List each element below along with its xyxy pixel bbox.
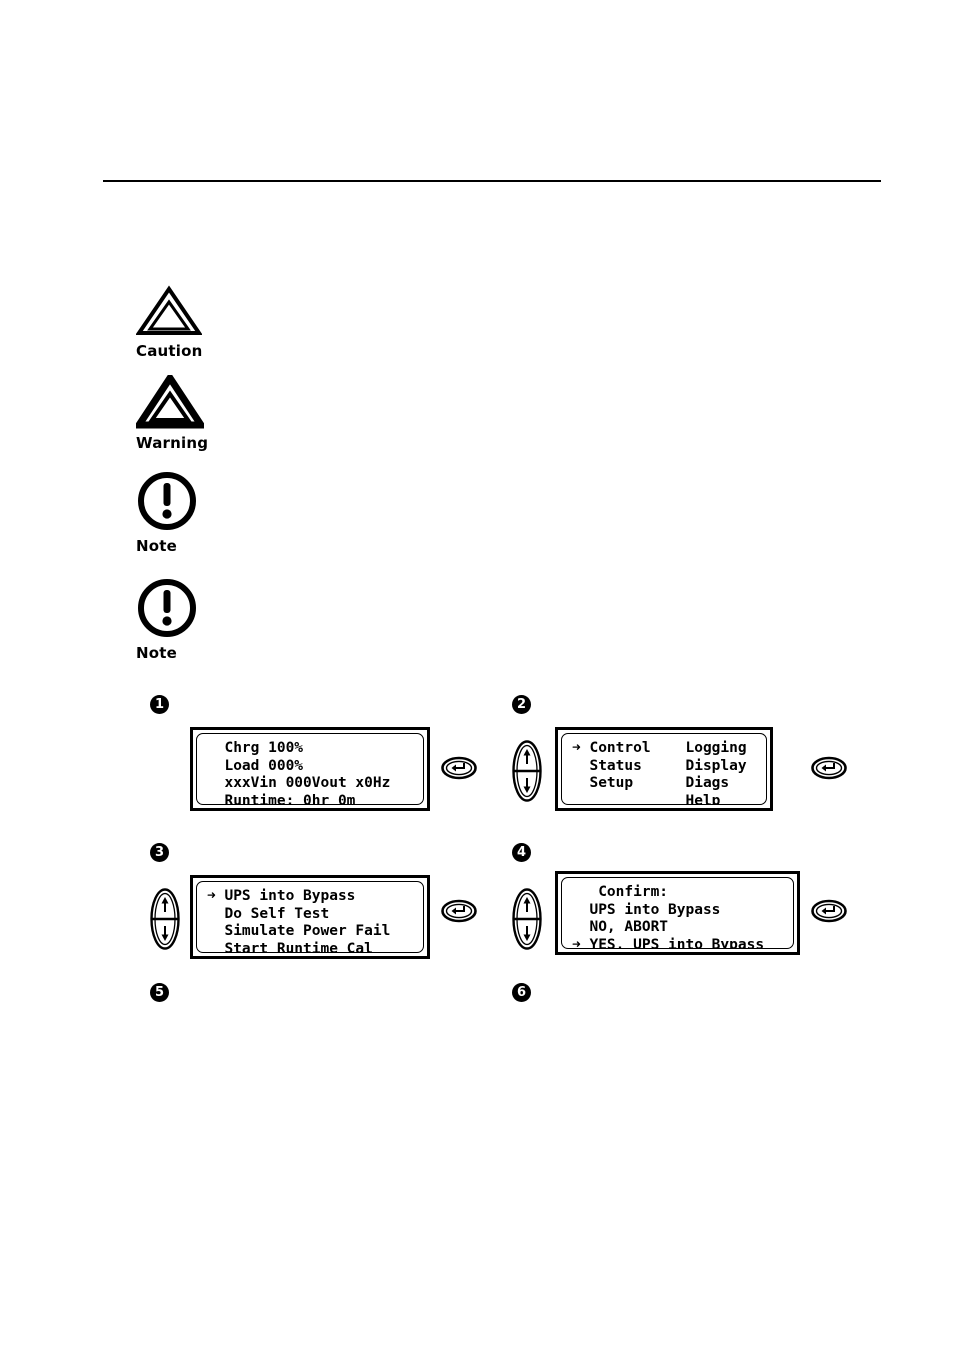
lcd-panel-control-menu: ➜ UPS into Bypass Do Self Test Simulate …	[190, 875, 430, 959]
lcd-line: ➜ UPS into Bypass	[207, 888, 356, 904]
enter-key-button[interactable]	[440, 755, 478, 781]
lcd-panel-status: Chrg 100% Load 000% xxxVin 000Vout x0Hz …	[190, 727, 430, 811]
step-1-badge: 1	[150, 695, 169, 714]
note-exclamation-circle-icon	[136, 577, 256, 644]
step-5-badge: 5	[150, 983, 169, 1002]
step-2-badge: 2	[512, 695, 531, 714]
up-down-arrows-icon	[512, 888, 542, 950]
lcd-line: Help	[572, 792, 721, 805]
lcd-line: Runtime: 0hr 0m	[207, 792, 356, 805]
notice-caution-label: Caution	[136, 342, 203, 360]
lcd-line: Do Self Test	[207, 905, 330, 922]
up-down-arrows-icon	[512, 740, 542, 802]
lcd-line: Chrg 100%	[207, 740, 304, 756]
step-6-badge: 6	[512, 983, 531, 1002]
enter-key-button[interactable]	[440, 898, 478, 924]
lcd-line: Confirm:	[572, 884, 669, 900]
step-4-badge: 4	[512, 843, 531, 862]
notice-warning: Warning	[132, 371, 256, 452]
lcd-line: Simulate Power Fail	[207, 923, 391, 939]
notice-warning-label: Warning	[136, 434, 209, 452]
lcd-line: Status Display	[572, 757, 747, 774]
notice-caution: Caution	[135, 285, 256, 360]
enter-return-icon	[821, 763, 835, 772]
enter-return-icon	[451, 763, 465, 772]
lcd-screen: Chrg 100% Load 000% xxxVin 000Vout x0Hz …	[196, 733, 424, 805]
notice-note-first: Note	[136, 470, 256, 554]
lcd-line: Start Runtime Cal	[207, 940, 373, 953]
lcd-screen: ➜ Control Logging Status Display Setup D…	[561, 733, 767, 805]
notice-note-second-label: Note	[136, 644, 178, 662]
notice-note-second: Note	[136, 577, 256, 661]
enter-key-button[interactable]	[810, 898, 848, 924]
lcd-line: ➜ YES, UPS into Bypass	[572, 936, 765, 949]
up-down-key-button[interactable]	[150, 888, 180, 950]
note-exclamation-circle-icon	[136, 470, 256, 537]
notice-note-first-label: Note	[136, 537, 178, 555]
lcd-line: ➜ Control Logging	[572, 740, 747, 756]
lcd-line: NO, ABORT	[572, 919, 669, 935]
up-down-key-button[interactable]	[512, 888, 542, 950]
lcd-screen: Confirm: UPS into Bypass NO, ABORT ➜ YES…	[561, 877, 794, 949]
lcd-screen: ➜ UPS into Bypass Do Self Test Simulate …	[196, 881, 424, 953]
warning-triangle-icon	[132, 371, 256, 434]
lcd-line: xxxVin 000Vout x0Hz	[207, 775, 391, 791]
lcd-line: Setup Diags	[572, 775, 730, 791]
lcd-panel-main-menu: ➜ Control Logging Status Display Setup D…	[555, 727, 773, 811]
enter-return-icon	[821, 906, 835, 915]
lcd-line: Load 000%	[207, 757, 304, 774]
header-divider-rule	[103, 180, 881, 182]
step-3-badge: 3	[150, 843, 169, 862]
caution-triangle-icon	[135, 285, 256, 342]
enter-return-icon	[451, 906, 465, 915]
up-down-key-button[interactable]	[512, 740, 542, 802]
up-down-arrows-icon	[150, 888, 180, 950]
lcd-line: UPS into Bypass	[572, 901, 721, 918]
lcd-panel-confirm: Confirm: UPS into Bypass NO, ABORT ➜ YES…	[555, 871, 800, 955]
enter-key-button[interactable]	[810, 755, 848, 781]
